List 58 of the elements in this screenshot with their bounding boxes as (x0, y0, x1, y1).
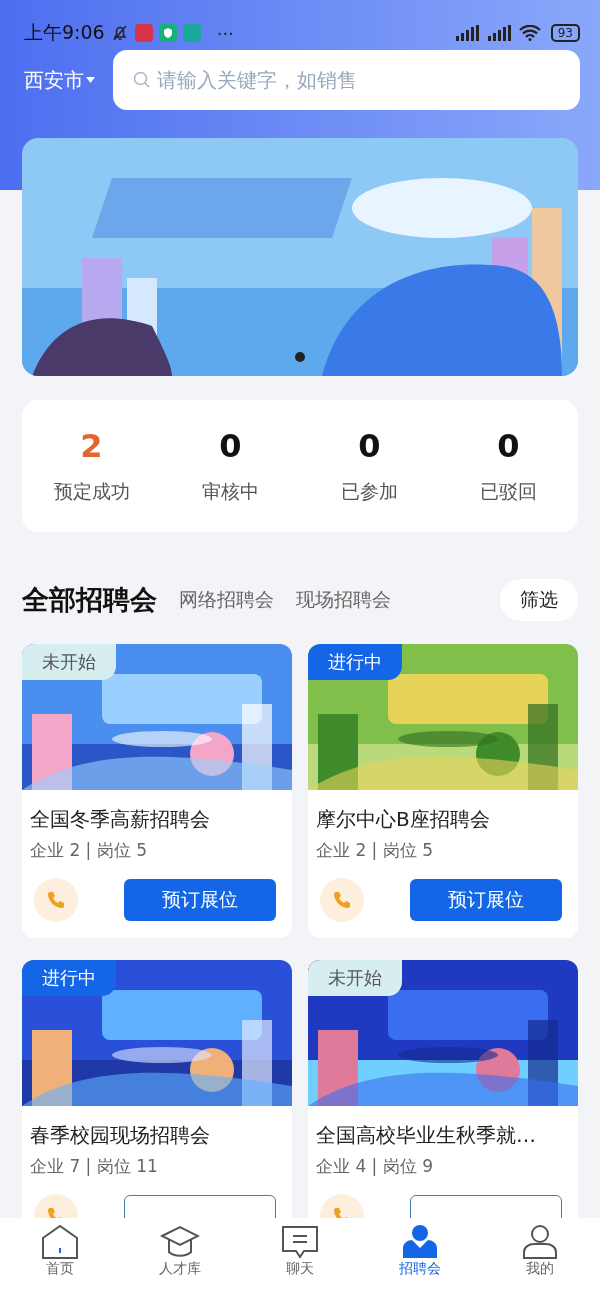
home-icon (40, 1224, 80, 1260)
fair-title: 全国冬季高薪招聘会 (30, 806, 211, 833)
phone-icon (46, 890, 66, 910)
chat-icon (280, 1224, 320, 1260)
fair-card[interactable]: 进行中 摩尔中心B座招聘会 企业 2 | 岗位 5 预订展位 (308, 644, 578, 938)
search-field[interactable]: 请输入关键字，如销售 (113, 50, 580, 110)
fair-title: 全国高校毕业生秋季就… (316, 1122, 537, 1149)
search-icon (133, 71, 151, 89)
stat-value: 0 (358, 427, 381, 465)
nav-tab[interactable]: 我的 (480, 1218, 600, 1292)
more-notifications: ··· (216, 22, 234, 44)
fair-card[interactable]: 未开始 全国高校毕业生秋季就… 企业 4 | 岗位 9 (308, 960, 578, 1218)
nav-tab[interactable]: 招聘会 (360, 1218, 480, 1292)
shield-icon (158, 24, 177, 42)
fair-stats: 企业 2 | 岗位 5 (30, 839, 148, 862)
stat-label: 已参加 (341, 479, 398, 504)
fair-title: 摩尔中心B座招聘会 (316, 806, 491, 833)
book-booth-button[interactable]: 预订展位 (410, 879, 562, 921)
stat-label: 已驳回 (480, 479, 537, 504)
app-icon (134, 24, 153, 42)
app-icon (182, 24, 201, 42)
person-icon (400, 1224, 440, 1260)
fair-card[interactable]: 未开始 全国冬季高薪招聘会 企业 2 | 岗位 5 预订展位 (22, 644, 292, 938)
fair-tab[interactable]: 全部招聘会 (22, 582, 157, 618)
fair-tab[interactable]: 网络招聘会 (179, 587, 274, 613)
book-booth-button[interactable]: 预订展位 (124, 879, 276, 921)
phone-button[interactable] (320, 878, 364, 922)
fair-title: 春季校园现场招聘会 (30, 1122, 211, 1149)
fair-card[interactable]: 进行中 春季校园现场招聘会 企业 7 | 岗位 11 (22, 960, 292, 1218)
bell-off-icon (110, 24, 129, 42)
nav-tab[interactable]: 聊天 (240, 1218, 360, 1292)
status-time: 上午9:06 (24, 20, 105, 45)
stat-value: 2 (80, 427, 103, 465)
nav-tab[interactable]: 首页 (0, 1218, 120, 1292)
wifi-icon (518, 25, 541, 41)
caret-icon (86, 76, 95, 84)
fair-stats: 企业 2 | 岗位 5 (316, 839, 434, 862)
stat-label: 预定成功 (53, 479, 130, 504)
city-selector[interactable]: 西安市 (24, 66, 95, 94)
phone-button[interactable] (34, 878, 78, 922)
status-badge: 进行中 (308, 644, 402, 680)
status-badge: 未开始 (22, 644, 116, 680)
signal-icon (454, 25, 481, 41)
phone-icon (332, 890, 352, 910)
fair-stats: 企业 7 | 岗位 11 (30, 1155, 159, 1178)
stat-label: 审核中 (202, 479, 259, 504)
user-icon (520, 1224, 560, 1260)
status-badge: 进行中 (22, 960, 116, 996)
status-badge: 未开始 (308, 960, 402, 996)
battery-indicator: 93 (550, 24, 580, 42)
stat-value: 0 (497, 427, 520, 465)
fair-tab[interactable]: 现场招聘会 (296, 587, 391, 613)
graduation-cap-icon (160, 1224, 200, 1260)
nav-tab[interactable]: 人才库 (120, 1218, 240, 1292)
signal-icon (486, 25, 513, 41)
fair-stats: 企业 4 | 岗位 9 (316, 1155, 434, 1178)
stat-value: 0 (219, 427, 242, 465)
filter-button[interactable]: 筛选 (500, 579, 578, 621)
